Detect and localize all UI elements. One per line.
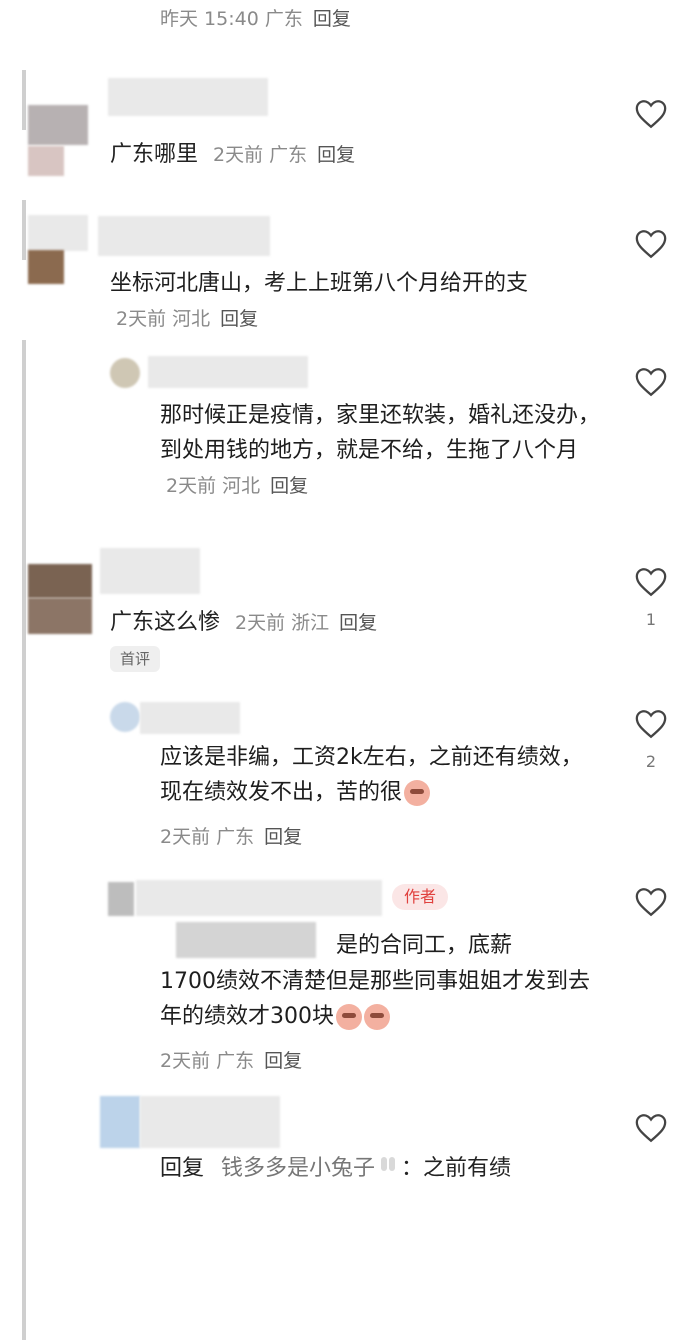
username-blur[interactable]	[108, 78, 268, 116]
reply-to-username[interactable]: 钱多多是小兔子	[221, 1156, 375, 1181]
reply-button[interactable]: 回复	[220, 308, 258, 330]
like-button[interactable]	[634, 1112, 668, 1144]
bunny-emoji-icon	[377, 1157, 399, 1181]
like-count: 1	[645, 610, 657, 629]
reply-button[interactable]: 回复	[264, 1050, 302, 1072]
comment-text: ：之前有绩	[401, 1156, 512, 1181]
comment-text: 应该是非编，工资2k左右，之前还有绩效，现在绩效发不出，苦的很	[160, 745, 583, 805]
reply-button[interactable]: 回复	[339, 612, 377, 634]
heart-outline-icon	[635, 1114, 667, 1143]
username-blur[interactable]	[140, 1096, 280, 1148]
avatar-blur	[28, 215, 88, 251]
avatar-blur	[28, 146, 64, 176]
like-button[interactable]	[634, 708, 668, 740]
reply-button[interactable]: 回复	[317, 144, 355, 166]
comment-text: 广东这么惨	[110, 610, 221, 635]
reply-button[interactable]: 回复	[264, 826, 302, 848]
crying-face-emoji-icon	[336, 1004, 362, 1030]
username-blur[interactable]	[98, 216, 270, 256]
comment-meta-top: 昨天 15:40 广东 回复	[160, 8, 351, 30]
author-badge: 作者	[392, 884, 449, 910]
avatar-blur	[28, 598, 92, 634]
username-blur[interactable]	[100, 548, 200, 594]
first-comment-badge: 首评	[110, 646, 161, 672]
left-edge-line	[22, 200, 26, 260]
like-button[interactable]	[634, 886, 668, 918]
comment-text: 坐标河北唐山，考上上班第八个月给开的支	[110, 271, 529, 296]
heart-outline-icon	[635, 100, 667, 129]
crying-face-emoji-icon	[364, 1004, 390, 1030]
like-count: 2	[645, 752, 657, 771]
crying-face-emoji-icon	[404, 780, 431, 806]
like-button[interactable]	[634, 228, 668, 260]
heart-outline-icon	[635, 368, 667, 397]
left-edge-line	[22, 340, 26, 1340]
avatar[interactable]	[110, 358, 140, 388]
heart-outline-icon	[635, 230, 667, 259]
avatar[interactable]	[100, 1096, 140, 1148]
quoted-name-blur	[176, 922, 316, 958]
heart-outline-icon	[635, 568, 667, 597]
avatar[interactable]	[28, 250, 64, 284]
avatar[interactable]	[110, 702, 140, 732]
heart-outline-icon	[635, 710, 667, 739]
username-blur[interactable]	[140, 702, 240, 734]
reply-button[interactable]: 回复	[313, 8, 351, 30]
comment-text-lead: 是的合同工，底薪	[336, 933, 513, 958]
username-blur[interactable]	[148, 356, 308, 388]
reply-prefix: 回复	[160, 1156, 205, 1181]
comment-text: 那时候正是疫情，家里还软装，婚礼还没办，到处用钱的地方，就是不给，生拖了八个月	[160, 403, 601, 463]
like-button[interactable]	[634, 98, 668, 130]
like-button[interactable]	[634, 366, 668, 398]
avatar[interactable]	[108, 882, 134, 916]
like-button[interactable]	[634, 566, 668, 598]
avatar[interactable]	[28, 564, 92, 598]
comment-text: 广东哪里	[110, 142, 199, 167]
avatar[interactable]	[28, 105, 88, 145]
heart-outline-icon	[635, 888, 667, 917]
left-edge-line	[22, 70, 26, 130]
username-blur[interactable]	[136, 880, 382, 916]
reply-button[interactable]: 回复	[270, 475, 308, 497]
